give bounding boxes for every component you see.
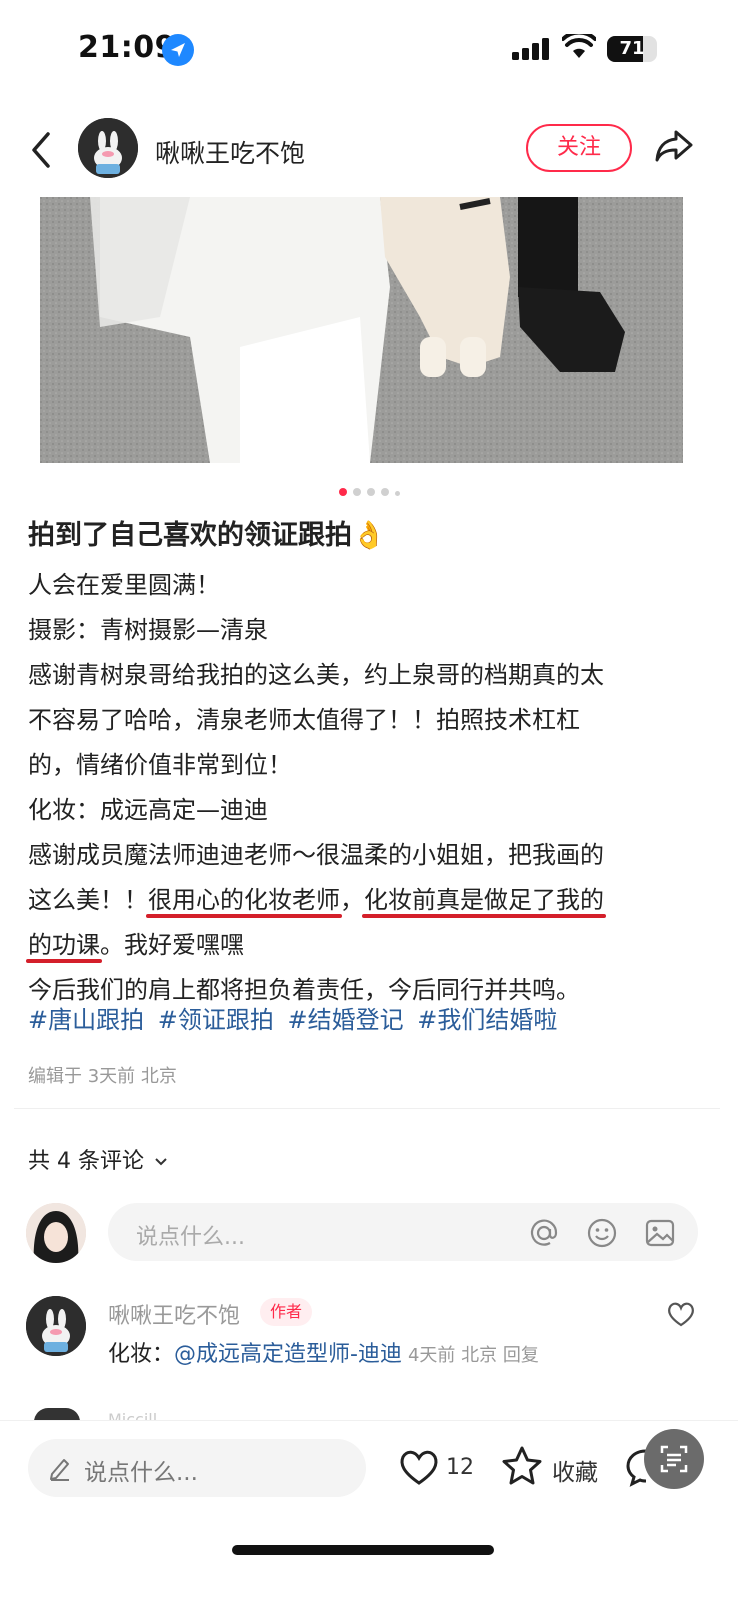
underlined-text: 化妆前真是做足了我的 — [364, 886, 604, 914]
post-body: 人会在爱里圆满！ 摄影：青树摄影—清泉 感谢青树泉哥给我拍的这么美，约上泉哥的档… — [28, 563, 698, 1013]
post-text: 这么美！！ — [28, 886, 148, 914]
post-line: 这么美！！很用心的化妆老师，化妆前真是做足了我的 — [28, 878, 698, 923]
location-arrow-icon — [162, 34, 194, 66]
hashtag-list: #唐山跟拍 #领证跟拍 #结婚登记 #我们结婚啦 — [28, 1000, 563, 1035]
author-badge: 作者 — [260, 1298, 313, 1326]
bottom-comment-input[interactable]: 说点什么... — [28, 1439, 366, 1497]
hashtag[interactable]: #领证跟拍 — [158, 1006, 274, 1034]
post-text: ， — [340, 886, 364, 914]
post-title: 拍到了自己喜欢的领证跟拍👌 — [28, 520, 386, 551]
comment-input[interactable]: 说点什么... — [108, 1203, 698, 1261]
battery-level: 71 — [619, 38, 645, 59]
author-name[interactable]: 啾啾王吃不饱 — [155, 134, 305, 170]
favorite-label[interactable]: 收藏 — [552, 1453, 598, 1487]
scan-button[interactable] — [644, 1429, 704, 1489]
carousel-dot[interactable] — [338, 488, 347, 496]
bottom-bar: 说点什么... 12 收藏 — [0, 1420, 738, 1600]
post-text: 。我好爱嘿嘿 — [100, 931, 244, 959]
post-line: 的，情绪价值非常到位！ — [28, 751, 292, 779]
signal-icon — [512, 38, 549, 60]
like-count: 12 — [446, 1455, 474, 1480]
comment-meta[interactable]: 4天前 北京 回复 — [408, 1345, 539, 1366]
hashtag[interactable]: #唐山跟拍 — [28, 1006, 144, 1034]
carousel-dots — [0, 481, 738, 496]
underlined-text: 很用心的化妆老师 — [148, 886, 340, 914]
post-line: 感谢成员魔法师迪迪老师～很温柔的小姐姐，把我画的 — [28, 841, 604, 869]
user-avatar — [26, 1203, 86, 1263]
comment-text: 化妆：@成远高定造型师-迪迪 4天前 北京 回复 — [108, 1336, 539, 1368]
hashtag[interactable]: #我们结婚啦 — [417, 1006, 557, 1034]
author-avatar[interactable] — [78, 118, 138, 178]
mention-link[interactable]: @成远高定造型师-迪迪 — [174, 1342, 402, 1367]
carousel-dot[interactable] — [380, 488, 389, 496]
commenter-avatar[interactable] — [26, 1296, 86, 1356]
comment-item: 啾啾王吃不饱 作者 化妆：@成远高定造型师-迪迪 4天前 北京 回复 — [26, 1296, 716, 1376]
post-line: 化妆：成远高定—迪迪 — [28, 796, 268, 824]
comment-count-label: 共 4 条评论 — [28, 1149, 144, 1174]
carousel-dot[interactable] — [394, 491, 400, 496]
share-icon[interactable] — [654, 128, 694, 164]
underlined-text: 的功课 — [28, 931, 100, 959]
emoji-icon[interactable] — [586, 1217, 618, 1249]
post-line: 人会在爱里圆满！ — [28, 571, 220, 599]
post-photo[interactable] — [40, 197, 683, 463]
battery-indicator: 71 — [607, 36, 657, 62]
post-line: 感谢青树泉哥给我拍的这么美，约上泉哥的档期真的太 — [28, 661, 604, 689]
commenter-name[interactable]: 啾啾王吃不饱 — [108, 1298, 240, 1330]
chevron-down-icon — [155, 1158, 167, 1166]
carousel-dot[interactable] — [366, 488, 375, 496]
heart-icon[interactable] — [398, 1447, 440, 1487]
post-meta: 编辑于 3天前 北京 — [28, 1066, 177, 1087]
scan-icon — [660, 1445, 688, 1473]
post-line: 的功课。我好爱嘿嘿 — [28, 923, 698, 968]
home-indicator — [232, 1545, 494, 1555]
back-chevron-icon[interactable] — [26, 130, 56, 170]
divider — [14, 1108, 720, 1109]
post-line: 不容易了哈哈，清泉老师太值得了！！拍照技术杠杠 — [28, 706, 580, 734]
comment-count[interactable]: 共 4 条评论 — [28, 1143, 169, 1175]
heart-icon[interactable] — [666, 1300, 696, 1328]
star-icon[interactable] — [500, 1445, 544, 1487]
image-icon[interactable] — [644, 1217, 676, 1249]
comment-input-placeholder: 说点什么... — [136, 1225, 245, 1250]
comment-prefix: 化妆： — [108, 1342, 175, 1367]
bottom-input-placeholder: 说点什么... — [84, 1460, 198, 1486]
post-line: 摄影：青树摄影—清泉 — [28, 616, 268, 644]
pencil-icon — [50, 1459, 69, 1481]
follow-button[interactable]: 关注 — [526, 124, 632, 172]
hashtag[interactable]: #结婚登记 — [288, 1006, 404, 1034]
next-comment-name: Miccill — [108, 1410, 158, 1420]
status-bar: 21:09 71 — [0, 0, 738, 100]
carousel-dot[interactable] — [352, 488, 361, 496]
mention-icon[interactable] — [528, 1217, 560, 1249]
nav-bar: 啾啾王吃不饱 关注 — [0, 110, 738, 190]
wifi-icon — [562, 34, 596, 58]
